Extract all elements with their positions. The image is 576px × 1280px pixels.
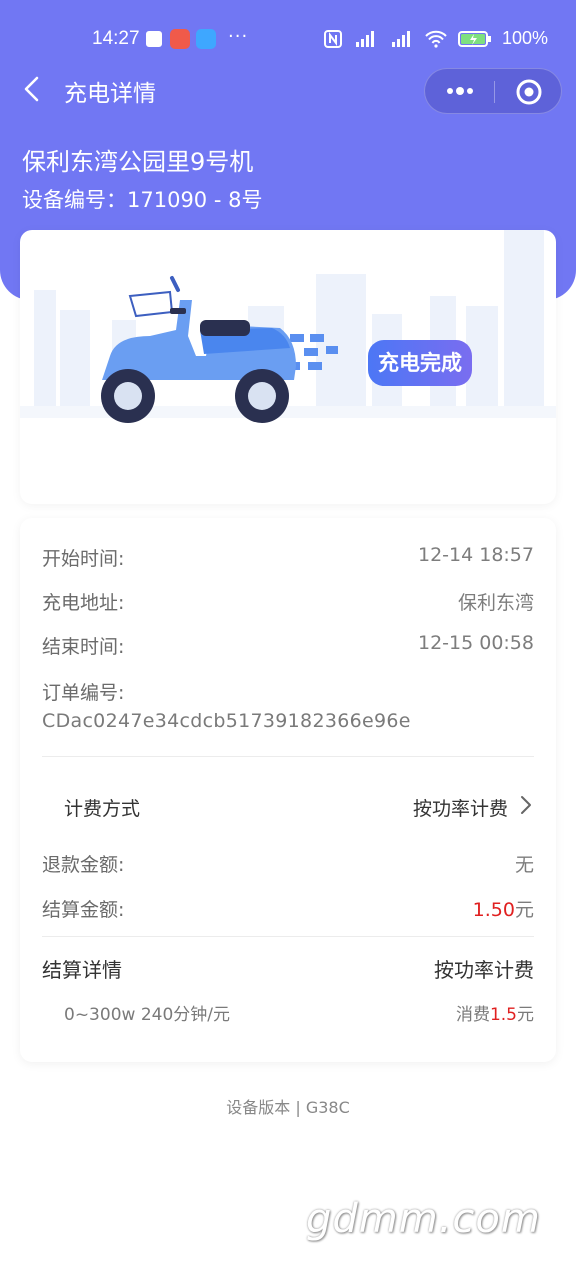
- nav-bar: 充电详情: [0, 64, 576, 116]
- start-time-row: 开始时间: 12-14 18:57: [42, 544, 534, 574]
- divider: [42, 756, 534, 757]
- site-watermark: gdmm.com: [306, 1196, 541, 1242]
- address-row: 充电地址: 保利东湾: [42, 588, 534, 618]
- settle-row: 结算金额: 1.50元: [42, 895, 534, 925]
- nfc-icon: [323, 29, 342, 48]
- back-arrow-icon[interactable]: [18, 74, 48, 104]
- refund-label: 退款金额:: [42, 854, 125, 876]
- order-label: 订单编号:: [42, 682, 125, 704]
- consume-prefix: 消费: [455, 1005, 490, 1025]
- end-time-label: 结束时间:: [42, 636, 125, 658]
- start-time-value: 12-14 18:57: [417, 544, 534, 566]
- signal-icon-2: [391, 30, 410, 47]
- chat-app-icon: [196, 29, 216, 49]
- rate-description: 0~300w 240分钟/元: [64, 1005, 230, 1025]
- settle-value: 1.50元: [473, 895, 534, 922]
- page-title: 充电详情: [64, 81, 156, 107]
- refund-row: 退款金额: 无: [42, 850, 534, 880]
- device-number: 设备编号：171090 - 8号: [22, 188, 263, 212]
- capsule-divider: [494, 81, 495, 103]
- status-indicators: 100%: [323, 28, 548, 49]
- consumption-value: 消费1.5元: [456, 1000, 534, 1025]
- settle-unit: 元: [514, 899, 534, 921]
- order-id-value: CDac0247e34cdcb51739182366e96e: [42, 710, 411, 732]
- billing-method-value[interactable]: 按功率计费: [413, 794, 508, 821]
- game-app-icon: [170, 29, 190, 49]
- end-time-row: 结束时间: 12-15 00:58: [42, 632, 534, 662]
- order-row: 订单编号:: [42, 678, 534, 708]
- charging-detail-page: 14:27 ··· 100% 充电详情 保利东湾公园里9号机 设备编号：1710…: [0, 0, 576, 1280]
- address-value: 保利东湾: [457, 592, 534, 614]
- battery-icon: [457, 30, 491, 47]
- order-info-card: 开始时间: 12-14 18:57 充电地址: 保利东湾 结束时间: 12-15…: [20, 518, 556, 1062]
- charge-status-badge: 充电完成: [368, 340, 472, 386]
- chevron-right-icon[interactable]: [518, 794, 534, 816]
- consume-unit: 元: [517, 1005, 534, 1025]
- status-time: 14:27: [92, 28, 140, 49]
- settle-amount: 1.50: [472, 899, 515, 921]
- charging-status-card: 充电完成: [20, 230, 556, 504]
- address-label: 充电地址:: [42, 592, 125, 614]
- device-version: 设备版本 | G38C: [226, 1098, 350, 1117]
- notification-more-icon: ···: [228, 26, 249, 47]
- end-time-value: 12-15 00:58: [417, 632, 534, 654]
- mini-program-capsule: [424, 68, 562, 114]
- settle-label: 结算金额:: [42, 899, 125, 921]
- station-name: 保利东湾公园里9号机: [22, 148, 254, 176]
- billing-method-label[interactable]: 计费方式: [64, 794, 140, 821]
- consume-amount: 1.5: [489, 1005, 517, 1025]
- divider: [42, 936, 534, 937]
- start-time-label: 开始时间:: [42, 548, 125, 570]
- settlement-detail-title: 结算详情: [42, 958, 122, 982]
- wifi-icon: [425, 30, 447, 48]
- cloud-app-icon: [144, 29, 164, 49]
- settlement-detail-value: 按功率计费: [434, 958, 534, 982]
- more-dots-icon[interactable]: [443, 81, 477, 101]
- signal-icon: [355, 30, 374, 47]
- status-bar: 14:27 ··· 100%: [0, 22, 576, 58]
- scooter-illustration: [20, 230, 556, 423]
- battery-percent: 100%: [501, 28, 548, 48]
- close-target-icon[interactable]: [515, 78, 543, 106]
- refund-value: 无: [514, 854, 534, 876]
